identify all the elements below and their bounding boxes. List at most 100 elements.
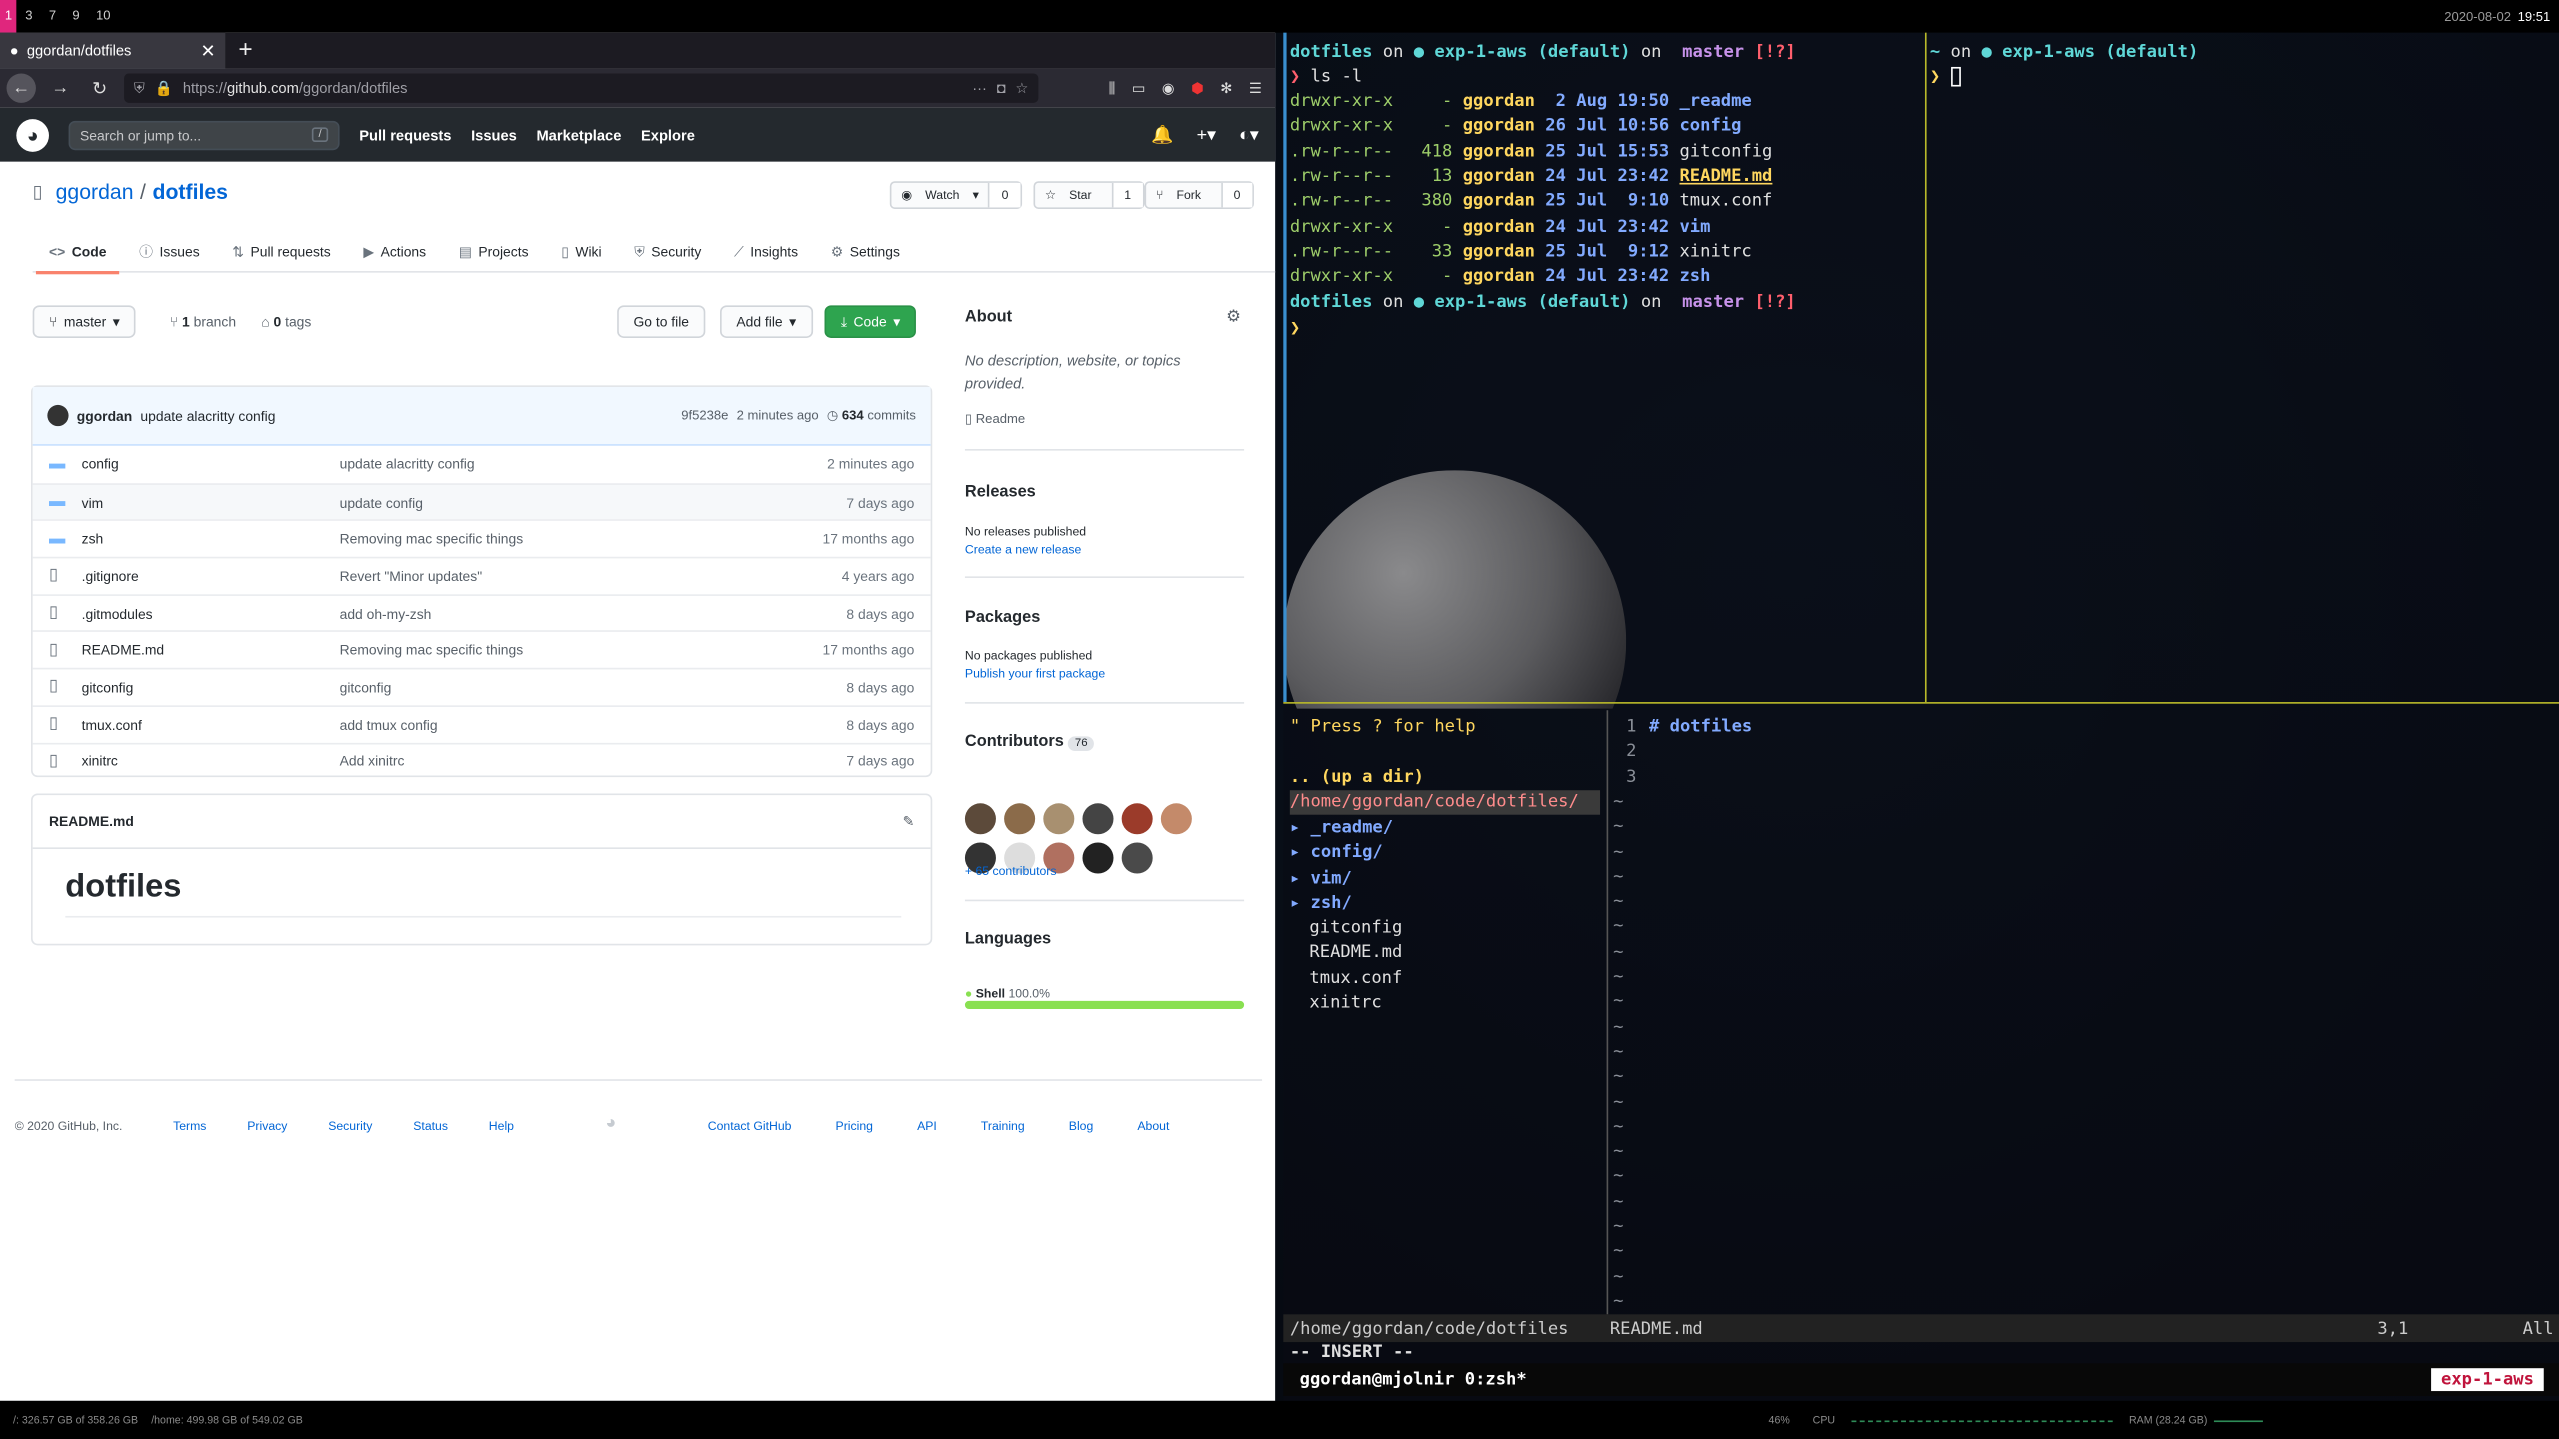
tab-actions[interactable]: ▶ Actions (363, 230, 426, 272)
footer-help[interactable]: Help (489, 1118, 514, 1133)
github-logo-icon[interactable]: ◕ (16, 118, 49, 152)
tab-wiki[interactable]: ▯ Wiki (561, 230, 601, 272)
nerdtree-dir[interactable]: ▸ vim/ (1290, 866, 1352, 891)
nerdtree-file[interactable]: xinitrc (1309, 991, 1381, 1016)
right-pane-cursor[interactable]: ❯ (1930, 65, 1961, 90)
repo-name-link[interactable]: dotfiles (153, 180, 228, 204)
bell-icon[interactable]: 🔔 (1151, 124, 1173, 146)
nerdtree-dir[interactable]: ▸ zsh/ (1290, 891, 1352, 916)
search-input[interactable]: Search or jump to... / (68, 120, 340, 150)
watch-button[interactable]: ◉ Watch ▾ 0 (889, 181, 1022, 209)
footer-status[interactable]: Status (413, 1118, 448, 1133)
nerdtree-file[interactable]: gitconfig (1309, 916, 1402, 941)
workspace-10[interactable]: 10 (88, 0, 119, 33)
avatar[interactable]: ◐▾ (1239, 124, 1259, 146)
edit-pencil-icon[interactable]: ✎ (903, 812, 915, 830)
go-to-file-button[interactable]: Go to file (617, 305, 706, 338)
nav-pull-requests[interactable]: Pull requests (359, 127, 451, 143)
nerdtree-root[interactable]: /home/ggordan/code/dotfiles/ (1289, 790, 1601, 816)
contributor-avatar[interactable] (1121, 803, 1153, 835)
contributor-avatar[interactable] (1082, 842, 1114, 874)
contributor-avatar[interactable] (1004, 803, 1036, 835)
file-commit-message[interactable]: gitconfig (340, 679, 847, 695)
table-row[interactable]: ▬ vim update config 7 days ago (32, 482, 931, 520)
file-commit-message[interactable]: update alacritty config (340, 456, 828, 472)
nerdtree-dir[interactable]: ▸ _readme/ (1290, 816, 1393, 841)
table-row[interactable]: ▯ gitconfig gitconfig 8 days ago (32, 667, 931, 705)
commit-sha[interactable]: 9f5238e (681, 408, 728, 423)
forward-button[interactable]: → (46, 73, 75, 102)
code-button[interactable]: ⤓ Code ▾ (824, 305, 917, 338)
footer-about[interactable]: About (1137, 1118, 1169, 1133)
back-button[interactable]: ← (6, 73, 36, 103)
url-bar[interactable]: ⛨ 🔒 https://github.com/ggordan/dotfiles … (124, 73, 1039, 103)
menu-icon[interactable]: ☰ (1249, 79, 1262, 97)
terminal-window[interactable]: dotfiles on ● exp-1-aws (default) on mas… (1283, 32, 2559, 1401)
file-name[interactable]: vim (82, 494, 340, 510)
page-actions-icon[interactable]: ··· (972, 80, 987, 96)
extension-icon[interactable]: ✻ (1220, 79, 1232, 97)
pocket-icon[interactable]: ◘ (997, 80, 1006, 96)
ublock-icon[interactable]: ⬢ (1191, 79, 1204, 97)
reload-button[interactable]: ↻ (85, 73, 114, 102)
branches-link[interactable]: ⑂ 1 branch (170, 313, 236, 329)
branch-selector[interactable]: ⑂ master ▾ (32, 305, 137, 338)
library-icon[interactable]: ⫼ (1109, 79, 1116, 97)
file-commit-message[interactable]: add oh-my-zsh (340, 605, 847, 621)
workspace-1[interactable]: 1 (0, 0, 18, 33)
nerdtree-dir[interactable]: ▸ config/ (1290, 841, 1383, 866)
workspace-7[interactable]: 7 (41, 0, 65, 33)
nav-marketplace[interactable]: Marketplace (536, 127, 621, 143)
sidebar-icon[interactable]: ▭ (1132, 79, 1146, 97)
tab-settings[interactable]: ⚙ Settings (831, 230, 900, 272)
tab-code[interactable]: <> Code (35, 230, 120, 275)
avatar[interactable] (47, 404, 69, 427)
file-name[interactable]: tmux.conf (82, 716, 340, 732)
contributor-avatar[interactable] (964, 803, 996, 835)
tags-link[interactable]: ⌂ 0 tags (261, 313, 311, 329)
contributor-avatar[interactable] (1160, 803, 1192, 835)
commit-author[interactable]: ggordan (77, 407, 133, 423)
tab-insights[interactable]: ⟋ Insights (734, 230, 798, 272)
tab-projects[interactable]: ▤ Projects (459, 230, 529, 272)
contributor-avatar[interactable] (1082, 803, 1114, 835)
github-mark-icon[interactable]: ◕ (605, 1114, 616, 1134)
tab-pull-requests[interactable]: ⇅ Pull requests (232, 230, 330, 272)
nerdtree-file[interactable]: tmux.conf (1309, 966, 1402, 991)
footer-terms[interactable]: Terms (173, 1118, 206, 1133)
star-button[interactable]: ☆ Star 1 (1033, 181, 1145, 209)
new-tab-button[interactable]: + (225, 36, 265, 69)
footer-api[interactable]: API (917, 1118, 937, 1133)
browser-tab[interactable]: ● ggordan/dotfiles ✕ (0, 32, 226, 69)
create-release-link[interactable]: Create a new release (965, 542, 1081, 557)
commit-message[interactable]: update alacritty config (140, 407, 275, 423)
file-commit-message[interactable]: Removing mac specific things (340, 531, 823, 547)
tab-security[interactable]: ⛨ Security (634, 230, 701, 272)
file-commit-message[interactable]: Removing mac specific things (340, 642, 823, 658)
nav-explore[interactable]: Explore (641, 127, 695, 143)
nerdtree-file[interactable]: README.md (1309, 941, 1402, 966)
file-name[interactable]: zsh (82, 531, 340, 547)
contributor-avatar[interactable] (1043, 803, 1075, 835)
file-commit-message[interactable]: update config (340, 494, 847, 510)
table-row[interactable]: ▯ .gitignore Revert "Minor updates" 4 years… (32, 556, 931, 594)
table-row[interactable]: ▯ tmux.conf add tmux config 8 days ago (32, 705, 931, 742)
readme-link[interactable]: ▯ Readme (965, 411, 1025, 426)
contributor-avatar[interactable] (1121, 842, 1153, 874)
close-tab-icon[interactable]: ✕ (200, 40, 215, 62)
file-commit-message[interactable]: Revert "Minor updates" (340, 568, 842, 584)
fork-button[interactable]: ⑂ Fork 0 (1144, 181, 1254, 209)
add-file-button[interactable]: Add file ▾ (720, 305, 813, 338)
footer-pricing[interactable]: Pricing (836, 1118, 873, 1133)
footer-contact[interactable]: Contact GitHub (708, 1118, 792, 1133)
footer-training[interactable]: Training (981, 1118, 1025, 1133)
nerdtree-updir[interactable]: .. (up a dir) (1290, 766, 1424, 791)
file-commit-message[interactable]: Add xinitrc (340, 753, 847, 769)
tab-issues[interactable]: ⓘ Issues (139, 230, 200, 272)
file-name[interactable]: README.md (82, 642, 340, 658)
editor-heading[interactable]: # dotfiles (1649, 715, 1752, 740)
file-commit-message[interactable]: add tmux config (340, 716, 847, 732)
table-row[interactable]: ▯ README.md Removing mac specific things 17… (32, 630, 931, 668)
footer-blog[interactable]: Blog (1069, 1118, 1094, 1133)
commits-link[interactable]: ◷ 634 commits (827, 408, 916, 423)
